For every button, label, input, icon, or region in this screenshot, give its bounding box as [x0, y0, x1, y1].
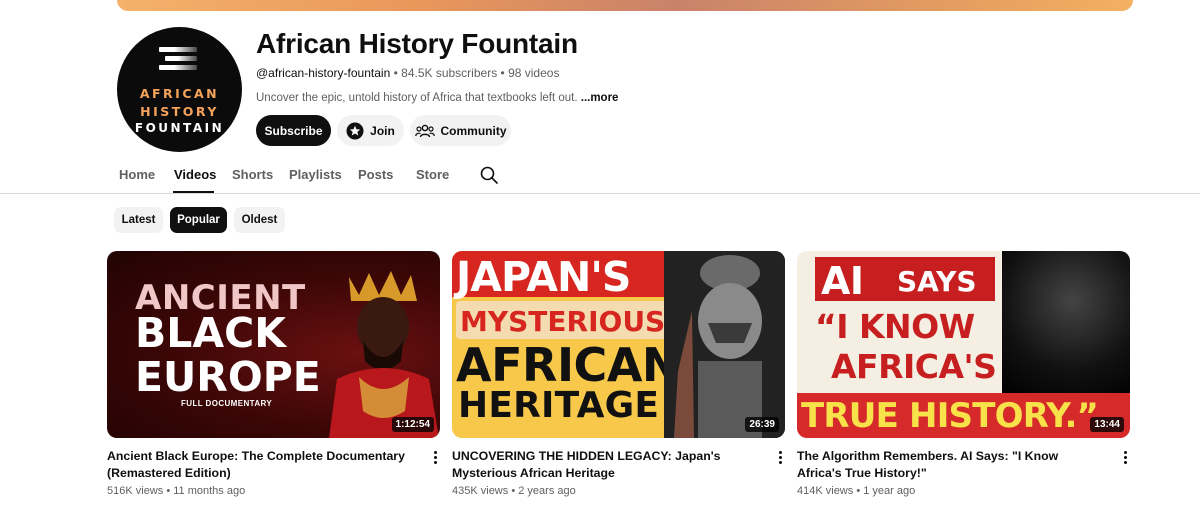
video-card[interactable]: ANCIENT BLACK EUROPE FULL DOCUMENTARY 1:…: [107, 251, 440, 497]
more-link[interactable]: ...more: [581, 92, 619, 104]
video-count: 98 videos: [508, 66, 560, 80]
channel-name: African History Fountain: [256, 28, 578, 59]
join-star-icon: [346, 122, 364, 139]
upload-age: 1 year ago: [863, 485, 916, 497]
subscriber-count: 84.5K subscribers: [401, 66, 498, 80]
thumb-text: AFRICA'S: [831, 347, 997, 386]
thumb-text: EUROPE: [135, 353, 321, 401]
video-meta: 414K views • 1 year ago: [797, 485, 915, 497]
meta-separator: •: [393, 66, 402, 80]
channel-search-button[interactable]: [479, 165, 499, 190]
thumb-subtext: FULL DOCUMENTARY: [181, 399, 273, 408]
video-duration: 13:44: [1090, 417, 1124, 432]
thumb-text: “I KNOW: [815, 307, 975, 346]
tab-posts[interactable]: Posts: [358, 167, 393, 182]
tab-home[interactable]: Home: [119, 167, 155, 182]
avatar-logo-bars: [159, 47, 197, 74]
search-icon: [480, 166, 498, 184]
thumb-text: TRUE HISTORY.”: [801, 396, 1099, 436]
video-thumbnail[interactable]: ANCIENT BLACK EUROPE FULL DOCUMENTARY 1:…: [107, 251, 440, 438]
view-count: 435K views: [452, 485, 509, 497]
community-button[interactable]: Community: [410, 115, 511, 146]
avatar-logo-line-3: FOUNTAIN: [134, 121, 225, 135]
join-button[interactable]: Join: [337, 115, 404, 146]
more-vert-icon: [1117, 451, 1133, 464]
video-meta: 516K views • 11 months ago: [107, 485, 245, 497]
king-figure-image: [329, 271, 439, 438]
view-count: 516K views: [107, 485, 164, 497]
video-title[interactable]: The Algorithm Remembers. AI Says: "I Kno…: [797, 448, 1097, 482]
view-count: 414K views: [797, 485, 854, 497]
upload-age: 11 months ago: [173, 485, 246, 497]
subscribe-button[interactable]: Subscribe: [256, 115, 331, 146]
channel-handle: @african-history-fountain: [256, 66, 391, 80]
more-vert-icon: [772, 451, 788, 464]
description-text: Uncover the epic, untold history of Afri…: [256, 92, 578, 104]
robot-image: [1002, 251, 1130, 393]
thumb-text: SAYS: [897, 265, 977, 298]
thumb-text: AFRICAN: [456, 338, 680, 392]
channel-avatar[interactable]: AFRICAN HISTORY FOUNTAIN: [117, 27, 242, 152]
subscribe-label: Subscribe: [264, 123, 323, 138]
video-menu-button[interactable]: [772, 451, 788, 467]
channel-description[interactable]: Uncover the epic, untold history of Afri…: [256, 92, 618, 104]
tab-shorts[interactable]: Shorts: [232, 167, 273, 182]
channel-banner[interactable]: [117, 0, 1133, 11]
thumb-text: AI: [821, 259, 864, 303]
thumb-text: HERITAGE: [458, 385, 660, 426]
more-vert-icon: [427, 451, 443, 464]
community-label: Community: [440, 123, 507, 138]
video-title[interactable]: UNCOVERING THE HIDDEN LEGACY: Japan's My…: [452, 448, 752, 482]
upload-age: 2 years ago: [518, 485, 576, 497]
filter-popular[interactable]: Popular: [170, 207, 227, 233]
video-duration: 1:12:54: [391, 417, 434, 432]
video-menu-button[interactable]: [1117, 451, 1133, 467]
thumb-text: MYSTERIOUS: [460, 305, 666, 338]
video-duration: 26:39: [745, 417, 779, 432]
tab-store[interactable]: Store: [416, 167, 449, 182]
video-card[interactable]: AI SAYS “I KNOW AFRICA'S TRUE HISTORY.” …: [797, 251, 1130, 497]
video-thumbnail[interactable]: JAPAN'S MYSTERIOUS AFRICAN HERITAGE 26:3…: [452, 251, 785, 438]
avatar-logo-line-1: AFRICAN: [139, 86, 220, 101]
video-meta: 435K views • 2 years ago: [452, 485, 576, 497]
tab-playlists[interactable]: Playlists: [289, 167, 342, 182]
video-menu-button[interactable]: [427, 451, 443, 467]
meta-separator: •: [500, 66, 509, 80]
thumb-text: BLACK: [135, 309, 286, 357]
video-thumbnail[interactable]: AI SAYS “I KNOW AFRICA'S TRUE HISTORY.” …: [797, 251, 1130, 438]
video-title[interactable]: Ancient Black Europe: The Complete Docum…: [107, 448, 407, 482]
statue-image: [664, 251, 785, 438]
active-tab-indicator: [173, 191, 214, 193]
filter-oldest[interactable]: Oldest: [234, 207, 285, 233]
channel-meta: @african-history-fountain • 84.5K subscr…: [256, 66, 559, 80]
channel-tabs: Home Videos Shorts Playlists Posts Store: [0, 159, 1200, 194]
thumb-text: JAPAN'S: [456, 253, 631, 301]
avatar-logo-line-2: HISTORY: [140, 104, 219, 119]
filter-latest[interactable]: Latest: [114, 207, 163, 233]
tab-videos[interactable]: Videos: [174, 167, 216, 182]
video-card[interactable]: JAPAN'S MYSTERIOUS AFRICAN HERITAGE 26:3…: [452, 251, 785, 497]
community-people-icon: [414, 124, 435, 137]
join-label: Join: [370, 123, 395, 138]
